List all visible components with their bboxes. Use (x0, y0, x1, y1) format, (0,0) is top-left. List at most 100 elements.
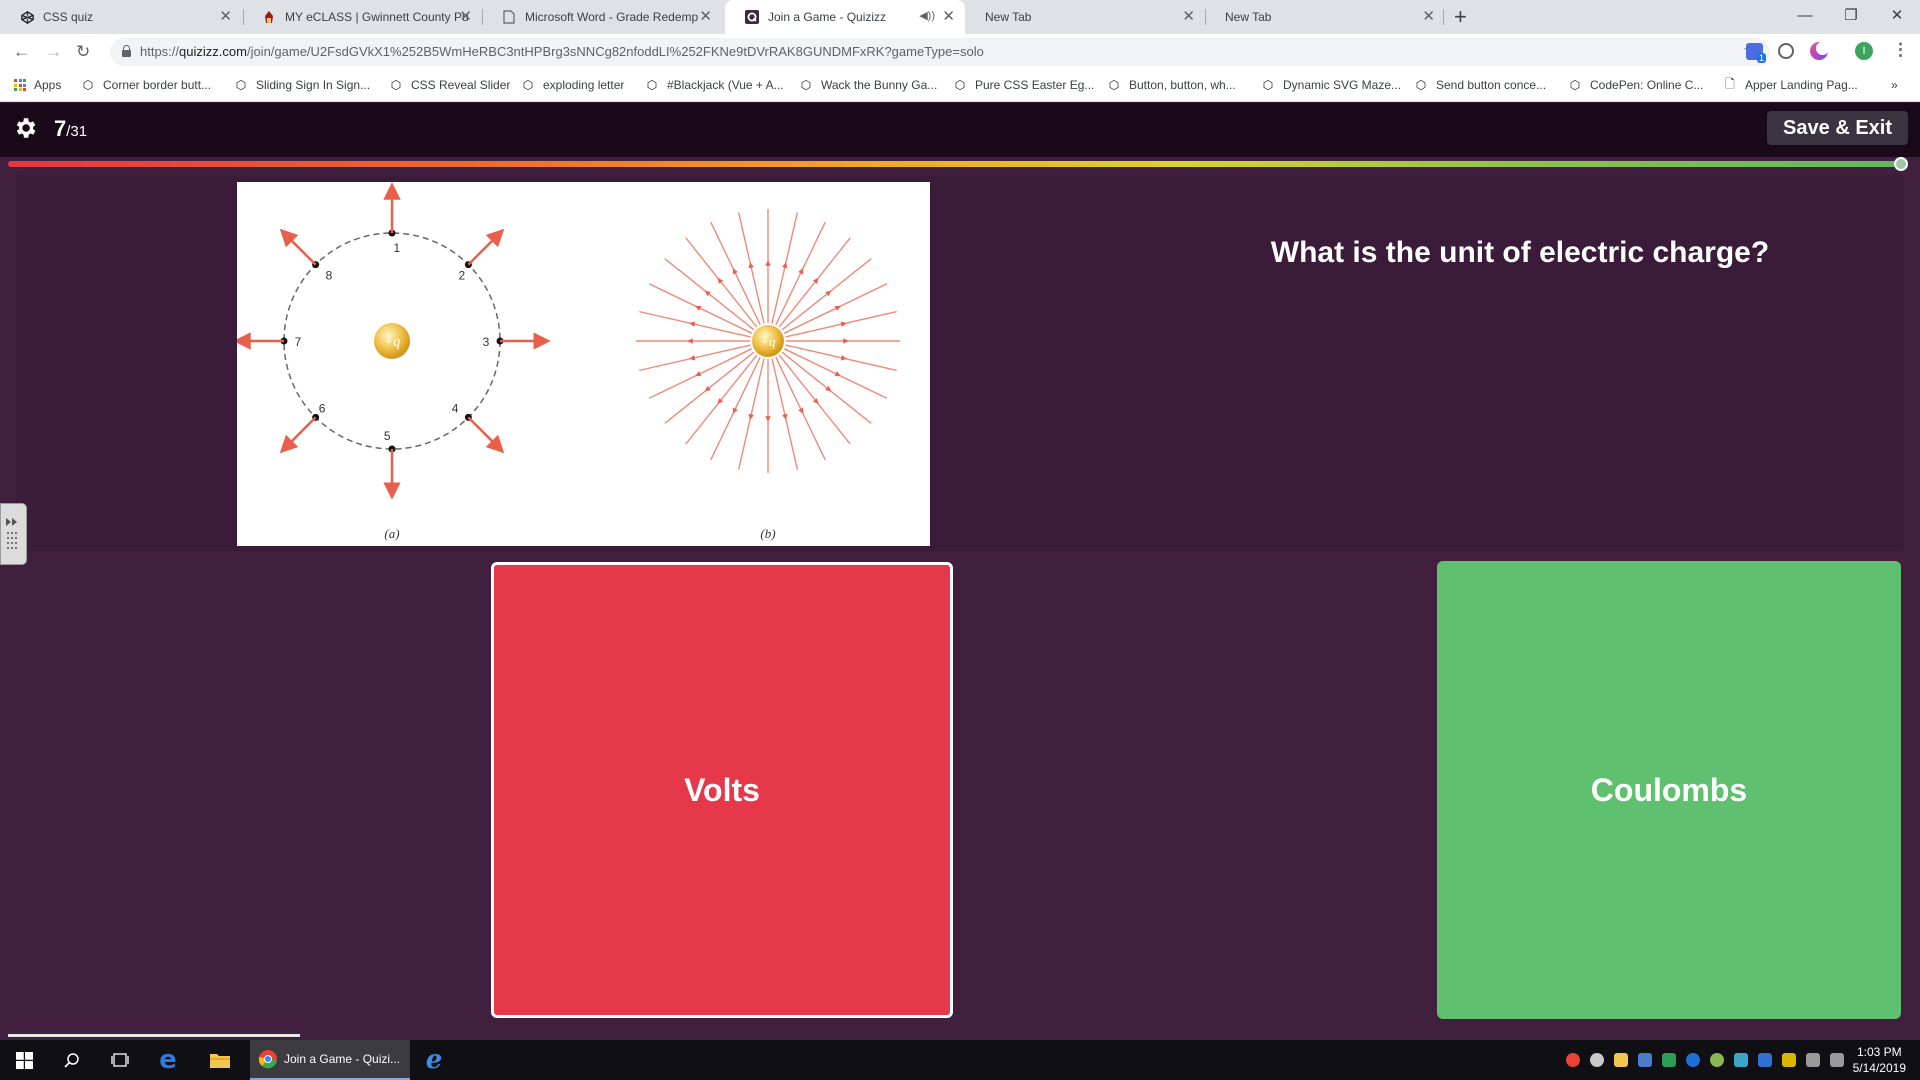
field-line (781, 258, 872, 331)
bookmark-item[interactable]: ⬡ CSS Reveal Slider (389, 78, 511, 92)
security-icon[interactable] (1782, 1053, 1796, 1067)
bookmark-item[interactable]: ⬡ Wack the Bunny Ga... (799, 78, 938, 92)
wifi-icon[interactable] (1806, 1053, 1820, 1067)
tab-new-tab-2[interactable]: New Tab ✕ (1205, 0, 1445, 34)
codepen-icon: ⬡ (800, 78, 812, 92)
shield-icon[interactable] (1662, 1053, 1676, 1067)
answer-option-volts[interactable]: Volts (491, 562, 953, 1018)
field-point-label: 2 (459, 269, 466, 283)
quizizz-icon (745, 10, 759, 24)
bookmark-item[interactable]: ⬡ Dynamic SVG Maze... (1261, 78, 1401, 92)
new-tab-button[interactable]: + (1454, 3, 1467, 31)
bookmark-item[interactable]: ⬡ Button, button, wh... (1107, 78, 1236, 92)
close-window-button[interactable]: ✕ (1874, 0, 1920, 30)
bookmark-item[interactable]: 🗋 Apper Landing Pag... (1723, 77, 1858, 93)
network-status-icon[interactable] (1710, 1053, 1724, 1067)
close-tab-icon[interactable]: ✕ (942, 9, 955, 24)
bookmark-item[interactable]: ⬡ #Blackjack (Vue + A... (645, 78, 784, 92)
bookmark-item[interactable]: ⬡ CodePen: Online C... (1568, 78, 1704, 92)
bluetooth-icon[interactable] (1686, 1053, 1700, 1067)
tab-eclass[interactable]: MY eCLASS | Gwinnett County Pu ✕ (242, 0, 482, 34)
field-line (781, 351, 872, 424)
speaker-icon[interactable]: ◀)) (919, 9, 935, 22)
field-line-arrow (812, 398, 819, 405)
field-arrow (467, 416, 505, 454)
system-clock[interactable]: 1:03 PM 5/14/2019 (1853, 1044, 1906, 1076)
forward-arrow-icon[interactable]: → (45, 42, 62, 62)
edge-browser-icon[interactable]: e (144, 1040, 192, 1080)
codepen-icon: ⬡ (954, 78, 966, 92)
tab-quizizz[interactable]: Join a Game - Quizizz ◀)) ✕ (725, 0, 965, 34)
notes-icon[interactable] (1614, 1053, 1628, 1067)
codepen-icon: ⬡ (1262, 78, 1274, 92)
answer-option-coulombs[interactable]: Coulombs (1437, 561, 1901, 1019)
side-panel-handle[interactable] (0, 503, 27, 565)
close-tab-icon[interactable]: ✕ (1182, 9, 1195, 24)
chrome-tray-icon[interactable] (1566, 1053, 1580, 1067)
menu-dots-icon[interactable]: ⋮ (1892, 40, 1909, 60)
more-bookmarks-button[interactable]: » (1891, 78, 1898, 92)
close-tab-icon[interactable]: ✕ (219, 9, 232, 24)
settings-gear-icon[interactable] (12, 115, 38, 141)
codepen-icon: ⬡ (1569, 78, 1581, 92)
bookmark-item[interactable]: ⬡ Send button conce... (1414, 78, 1546, 92)
field-arrow (467, 228, 505, 266)
field-line-arrow (732, 407, 738, 414)
close-tab-icon[interactable]: ✕ (459, 9, 472, 24)
restore-button[interactable]: ❐ (1828, 0, 1874, 30)
bookmark-item[interactable]: ⬡ Corner border butt... (81, 78, 211, 92)
field-line-arrow (798, 407, 804, 414)
file-explorer-icon[interactable] (196, 1040, 244, 1080)
quiz-topbar: 7/31 Save & Exit (0, 103, 1920, 157)
volume-muted-icon[interactable] (1830, 1053, 1844, 1067)
display-icon[interactable] (1734, 1053, 1748, 1067)
search-icon[interactable] (48, 1040, 96, 1080)
codepen-icon: ⬡ (522, 78, 534, 92)
reload-icon[interactable]: ↻ (76, 42, 90, 62)
field-line-arrow (732, 268, 738, 275)
bookmark-item[interactable]: ⬡ Pure CSS Easter Eg... (953, 78, 1095, 92)
extension-translate-icon[interactable]: 1 (1746, 43, 1766, 63)
tab-title: Microsoft Word - Grade Redemp (525, 10, 699, 24)
m-app-icon[interactable] (1758, 1053, 1772, 1067)
extension-gauge-icon[interactable] (1778, 43, 1794, 59)
field-line-arrow (834, 305, 841, 311)
tab-title: Join a Game - Quizizz (768, 10, 887, 24)
codepen-icon: ⬡ (82, 78, 94, 92)
tab-word-doc[interactable]: Microsoft Word - Grade Redemp ✕ (482, 0, 722, 34)
chrome-taskbar-button[interactable]: Join a Game - Quizi... (250, 1040, 410, 1080)
profile-avatar[interactable]: I (1855, 42, 1873, 60)
field-line-arrow (825, 290, 832, 297)
minimize-button[interactable]: — (1782, 0, 1828, 30)
close-tab-icon[interactable]: ✕ (1422, 9, 1435, 24)
bottom-indicator (8, 1034, 300, 1037)
back-arrow-icon[interactable]: ← (13, 42, 30, 62)
bookmark-item[interactable]: ⬡ Sliding Sign In Sign... (234, 78, 370, 92)
tab-new-tab-1[interactable]: New Tab ✕ (965, 0, 1205, 34)
lock-icon (122, 45, 131, 57)
codepen-icon (20, 10, 34, 24)
save-exit-button[interactable]: Save & Exit (1767, 111, 1908, 145)
field-point-label: 6 (319, 401, 326, 415)
internet-explorer-icon[interactable]: e (410, 1040, 458, 1080)
bookmark-item[interactable]: ⬡ exploding letter (521, 78, 625, 92)
field-line-arrow (717, 277, 724, 284)
tab-title: New Tab (985, 10, 1032, 24)
extension-moon-icon[interactable] (1810, 42, 1828, 60)
close-tab-icon[interactable]: ✕ (699, 9, 712, 24)
url-text[interactable]: https://quizizz.com/join/game/U2FsdGVkX1… (140, 44, 984, 59)
tab-strip: CSS quiz ✕ MY eCLASS | Gwinnett County P… (0, 0, 1920, 34)
field-line (664, 258, 755, 331)
bookmark-apps[interactable]: Apps (14, 78, 61, 92)
cloud-icon[interactable] (1590, 1053, 1604, 1067)
task-view-icon[interactable] (96, 1040, 144, 1080)
field-point-label: 3 (483, 335, 490, 349)
address-bar[interactable]: https://quizizz.com/join/game/U2FsdGVkX1… (110, 38, 1770, 66)
field-line (685, 237, 758, 328)
tab-css-quiz[interactable]: CSS quiz ✕ (0, 0, 242, 34)
charge-label-a: +q (384, 335, 400, 350)
tab-title: CSS quiz (43, 10, 94, 24)
field-arrow (279, 228, 317, 266)
windows-start-icon[interactable] (0, 1040, 48, 1080)
app-tray-icon[interactable] (1638, 1053, 1652, 1067)
